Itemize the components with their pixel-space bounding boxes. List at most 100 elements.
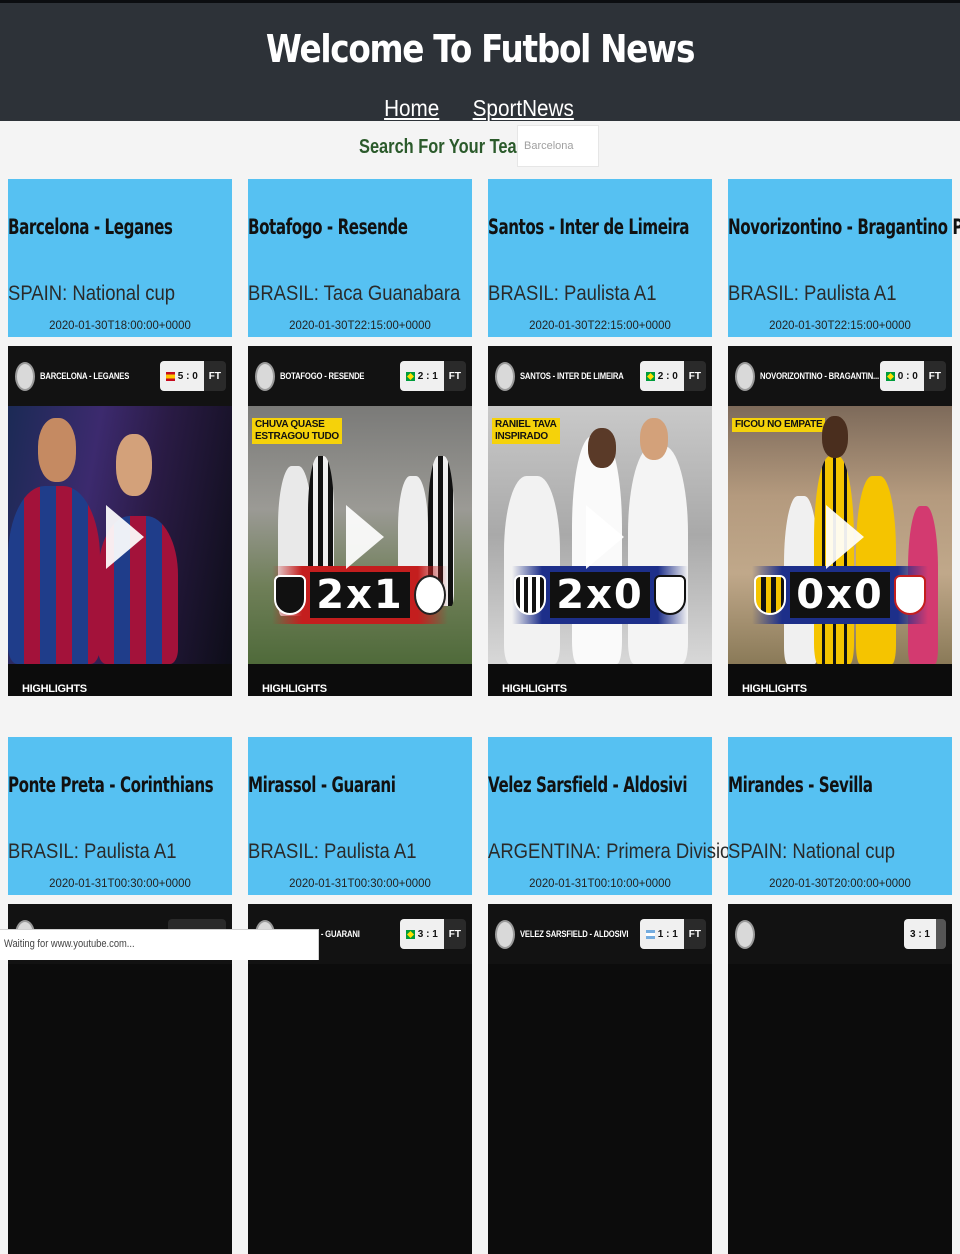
match-status: FT [448,928,461,940]
video-thumbnail: CHUVA QUASE ESTRAGOU TUDO 2x1 [248,406,472,664]
match-date: 2020-01-31T00:10:00+0000 [529,876,671,890]
video-title: SANTOS - INTER DE LIMEIRA [520,371,624,381]
score-banner: 0x0 [752,566,928,624]
highlight-video-player[interactable]: SANTOS - INTER DE LIMEIRA 2 : 0 FT RANIE… [488,346,712,696]
channel-avatar [735,362,755,391]
brazil-flag-icon [645,371,655,381]
play-icon [586,505,624,569]
video-top-bar: 3 : 1 [728,904,952,964]
search-label: Search For Your Team: [359,136,537,158]
highlight-video-player[interactable]: BOTAFOGO - RESENDE 2 : 1 FT CHUVA QUASE … [248,346,472,696]
score-badge: 1 : 1 FT [639,919,706,949]
team-crest-icon [274,575,307,615]
video-thumbnail: RANIEL TAVA INSPIRADO 2x0 [488,406,712,664]
player-head [588,428,616,468]
video-caption: RANIEL TAVA INSPIRADO [492,418,560,444]
player-head [822,416,848,458]
highlight-video-player[interactable]: NOVORIZONTINO - BRAGANTIN... 0 : 0 FT FI… [728,346,952,696]
match-status: FT [208,370,221,382]
video-title: BARCELONA - LEGANES [40,371,130,381]
browser-status-bar: Waiting for www.youtube.com... [0,929,319,960]
highlights-label: HIGHLIGHTS [22,683,87,695]
score-value: 1 : 1 [657,928,678,940]
brazil-flag-icon [405,929,415,939]
match-status: FT [688,928,701,940]
team-search-input[interactable] [517,125,599,167]
brazil-flag-icon [405,371,415,381]
score-badge: 3 : 1 [903,919,946,949]
highlight-video-player[interactable]: BARCELONA - LEGANES 5 : 0 FT HIGHLIGHTS [8,346,232,696]
video-top-bar: VELEZ SARSFIELD - ALDOSIVI 1 : 1 FT [488,904,712,964]
score-value: 0 : 0 [897,370,918,382]
video-top-bar: SANTOS - INTER DE LIMEIRA 2 : 0 FT [488,346,712,406]
match-league: BRASIL: Paulista A1 [8,840,177,863]
nav-home-link[interactable]: Home [384,95,439,122]
big-score: 2x1 [310,572,410,618]
play-icon [826,505,864,569]
big-score: 2x0 [550,572,650,618]
match-card-botafogo-resende[interactable]: Botafogo - Resende BRASIL: Taca Guanabar… [248,179,472,337]
video-thumbnail [8,406,232,664]
video-title: BOTAFOGO - RESENDE [280,371,365,381]
match-date: 2020-01-31T00:30:00+0000 [49,876,191,890]
video-bottom-bar: HIGHLIGHTS [8,664,232,696]
match-date: 2020-01-31T00:30:00+0000 [289,876,431,890]
argentina-flag-icon [645,929,655,939]
site-header: Welcome To Futbol News Home SportNews [0,0,960,121]
highlights-label: HIGHLIGHTS [502,683,567,695]
match-teams: Velez Sarsfield - Aldosivi [488,773,688,797]
match-teams: Mirassol - Guarani [248,773,396,797]
match-date: 2020-01-30T18:00:00+0000 [49,318,191,332]
match-date: 2020-01-30T20:00:00+0000 [769,876,911,890]
match-teams: Botafogo - Resende [248,215,408,239]
team-crest-icon [754,575,787,615]
match-card-mirandes-sevilla[interactable]: Mirandes - Sevilla SPAIN: National cup 2… [728,737,952,895]
match-card-santos-inter[interactable]: Santos - Inter de Limeira BRASIL: Paulis… [488,179,712,337]
player-figure [628,446,688,664]
match-card-barcelona-leganes[interactable]: Barcelona - Leganes SPAIN: National cup … [8,179,232,337]
match-status-empty [936,919,946,949]
score-banner: 2x0 [512,566,688,624]
video-title: NOVORIZONTINO - BRAGANTIN... [760,371,879,381]
match-card-mirassol-guarani[interactable]: Mirassol - Guarani BRASIL: Paulista A1 2… [248,737,472,895]
team-crest-icon [413,575,446,615]
video-bottom-bar: HIGHLIGHTS [248,664,472,696]
match-card-velez-aldosivi[interactable]: Velez Sarsfield - Aldosivi ARGENTINA: Pr… [488,737,741,895]
score-value: 2 : 0 [657,370,678,382]
team-crest-icon [514,575,547,615]
player-head [116,434,152,496]
highlight-video-player[interactable]: VELEZ SARSFIELD - ALDOSIVI 1 : 1 FT [488,904,712,1254]
video-title: VELEZ SARSFIELD - ALDOSIVI [520,929,629,939]
video-caption: FICOU NO EMPATE [732,418,826,432]
video-bottom-bar: HIGHLIGHTS [728,664,952,696]
nav-sportnews-link[interactable]: SportNews [472,95,573,122]
video-top-bar: BOTAFOGO - RESENDE 2 : 1 FT [248,346,472,406]
channel-avatar [735,920,755,949]
channel-avatar [495,920,515,949]
spain-flag-icon [165,371,175,381]
match-league: SPAIN: National cup [8,282,176,305]
score-badge: 0 : 0 FT [879,361,946,391]
match-card-ponte-preta-corinthians[interactable]: Ponte Preta - Corinthians BRASIL: Paulis… [8,737,232,895]
match-league: BRASIL: Taca Guanabara [248,282,461,305]
highlight-video-player[interactable]: 3 : 1 [728,904,952,1254]
match-card-novorizontino-bragantino[interactable]: Novorizontino - Bragantino PA BRASIL: Pa… [728,179,960,337]
match-league: BRASIL: Paulista A1 [248,840,417,863]
status-text: Waiting for www.youtube.com... [4,938,135,950]
channel-avatar [255,362,275,391]
player-figure [8,486,100,664]
match-teams: Mirandes - Sevilla [728,773,873,797]
match-league: BRASIL: Paulista A1 [488,282,657,305]
match-status: FT [928,370,941,382]
video-bottom-bar: HIGHLIGHTS [488,664,712,696]
big-score: 0x0 [790,572,890,618]
match-league: ARGENTINA: Primera Division [488,840,741,863]
team-crest-icon [893,575,926,615]
match-teams: Ponte Preta - Corinthians [8,773,214,797]
video-caption: CHUVA QUASE ESTRAGOU TUDO [252,418,342,444]
video-top-bar: NOVORIZONTINO - BRAGANTIN... 0 : 0 FT [728,346,952,406]
site-title: Welcome To Futbol News [265,27,696,71]
match-league: SPAIN: National cup [728,840,896,863]
match-date: 2020-01-30T22:15:00+0000 [529,318,671,332]
play-icon [106,505,144,569]
